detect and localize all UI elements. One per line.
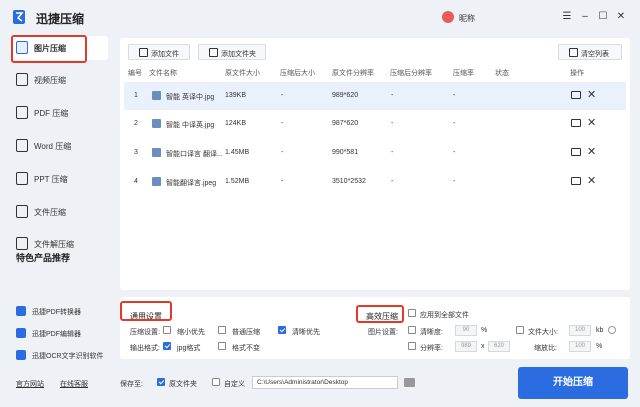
file-size-input[interactable]: 100 [569,325,591,336]
file-list-panel: 添加文件 添加文件夹 清空列表 编号 文件名称 原文件大小 压缩后大小 原文件分… [120,38,630,290]
delete-icon[interactable]: ✕ [587,116,596,129]
video-icon [16,73,28,86]
file-icon [16,205,28,218]
image-file-icon [152,91,161,100]
header-rate: 压缩率 [453,70,474,77]
image-file-icon [152,177,161,186]
add-file-button[interactable]: 添加文件 [128,44,190,60]
highlight-box [120,301,172,321]
add-file-icon [139,48,148,57]
image-file-icon [152,119,161,128]
header-size: 原文件大小 [225,70,260,77]
sidebar-item-label: PPT 压缩 [34,175,68,184]
delete-icon[interactable]: ✕ [587,145,596,158]
sidebar-item-label: 文件压缩 [34,208,66,217]
image-file-icon [152,148,161,157]
save-path-input[interactable]: C:\Users\Administrator\Desktop [252,376,398,389]
word-icon [16,139,28,152]
delete-icon[interactable]: ✕ [587,88,596,101]
image-settings-label: 图片设置: [368,329,398,336]
pdf-converter-icon [16,306,26,316]
highlight-box [356,305,404,323]
option-smaller-checkbox[interactable] [163,326,171,334]
open-folder-icon[interactable] [571,119,581,127]
clear-list-button[interactable]: 清空列表 [558,44,622,60]
apply-all-label: 应用到全部文件 [420,312,469,319]
original-folder-checkbox[interactable] [157,378,165,386]
menu-icon[interactable]: ☰ [560,10,574,24]
resolution-width-input[interactable]: 989 [455,341,477,352]
nickname[interactable]: 昵称 [459,13,475,24]
scale-input[interactable]: 100 [569,341,591,352]
table-row[interactable]: 3 智能口译言 翻译... 1.45MB - 990*581 - - ✕ [124,139,626,167]
ppt-icon [16,172,28,185]
sidebar-item-word[interactable]: Word 压缩 [12,134,108,158]
trash-icon [569,48,578,57]
open-folder-icon[interactable] [571,177,581,185]
table-row[interactable]: 2 智能 中译英.jpg 124KB - 987*620 - - ✕ [124,110,626,138]
avatar[interactable] [442,11,454,23]
minimize-icon[interactable]: – [578,10,592,24]
table-row[interactable]: 1 智能 英译中.jpg 139KB - 989*620 - - ✕ [124,82,626,110]
open-folder-icon[interactable] [571,91,581,99]
header-name: 文件名称 [149,70,177,77]
compress-settings-label: 压缩设置: [130,329,160,336]
sidebar-item-label: Word 压缩 [34,142,72,151]
title-bar: 迅捷压缩 昵称 ☰ – ☐ ✕ [0,0,640,34]
sidebar-item-video[interactable]: 视频压缩 [12,68,108,92]
format-keep-checkbox[interactable] [218,342,226,350]
sidebar-item-label: PDF 压缩 [34,109,69,118]
maximize-icon[interactable]: ☐ [596,10,610,24]
start-compress-button[interactable]: 开始压缩 [518,367,628,399]
app-logo-icon [13,10,25,24]
sharpness-input[interactable]: 90 [455,325,477,336]
resolution-checkbox[interactable] [408,342,416,350]
sidebar-item-file[interactable]: 文件压缩 [12,200,108,224]
sidebar-item-label: 视频压缩 [34,76,66,85]
option-normal-checkbox[interactable] [218,326,226,334]
sidebar-item-pdf[interactable]: PDF 压缩 [12,101,108,125]
sidebar-item-ppt[interactable]: PPT 压缩 [12,167,108,191]
output-format-label: 输出格式: [130,345,160,352]
resolution-label: 分辨率: [420,345,443,352]
header-status: 状态 [495,70,509,77]
sidebar-item-label: 文件解压缩 [34,240,74,249]
unzip-icon [16,237,28,250]
featured-title: 特色产品推荐 [16,253,71,263]
file-size-label: 文件大小: [528,329,558,336]
highlight-box [11,35,87,63]
resolution-height-input[interactable]: 620 [488,341,510,352]
scale-label: 缩放比: [534,345,557,352]
header-after-res: 压缩后分辨率 [390,70,432,77]
header-actions: 操作 [570,70,584,77]
browse-folder-icon[interactable] [404,378,415,387]
save-to-label: 保存至: [120,381,143,388]
header-no: 编号 [128,70,142,77]
info-icon[interactable] [608,326,616,334]
close-icon[interactable]: ✕ [614,10,628,24]
delete-icon[interactable]: ✕ [587,174,596,187]
sharpness-label: 清晰度: [420,329,443,336]
file-size-checkbox[interactable] [516,326,524,334]
apply-all-checkbox[interactable] [408,309,416,317]
pdf-editor-icon [16,328,26,338]
ocr-icon [16,350,26,360]
open-folder-icon[interactable] [571,148,581,156]
add-folder-icon [209,48,218,57]
format-jpg-checkbox[interactable] [163,342,171,350]
custom-path-checkbox[interactable] [212,378,220,386]
option-clarity-checkbox[interactable] [278,326,286,334]
pdf-icon [16,106,28,119]
header-res: 原文件分辨率 [332,70,374,77]
app-title: 迅捷压缩 [36,12,85,26]
add-folder-button[interactable]: 添加文件夹 [198,44,266,60]
table-row[interactable]: 4 智能翻译言.jpeg 1.52MB - 3510*2532 - - ✕ [124,168,626,196]
header-after-size: 压缩后大小 [280,70,315,77]
sharpness-checkbox[interactable] [408,326,416,334]
